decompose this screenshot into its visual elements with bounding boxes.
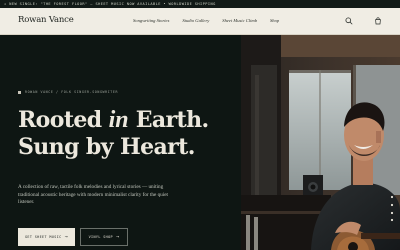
hero-eyebrow: ROWAN VANCE / FOLK SINGER-SONGWRITER bbox=[18, 90, 118, 94]
nav-link-shop[interactable]: Shop bbox=[270, 18, 279, 23]
slide-indicator-dots[interactable] bbox=[389, 193, 395, 223]
vinyl-shop-button[interactable]: VINYL SHOP → bbox=[80, 228, 128, 246]
nav-link-studio-gallery[interactable]: Studio Gallery bbox=[182, 18, 209, 23]
eyebrow-square-icon bbox=[18, 90, 21, 94]
get-sheet-music-button[interactable]: GET SHEET MUSIC → bbox=[18, 228, 75, 246]
announcement-text: ✦ NEW SINGLE: "THE FOREST FLOOR" — SHEET… bbox=[4, 2, 216, 6]
headline-line1-italic: in bbox=[108, 107, 129, 133]
nav-links: Songwriting Stories Studio Gallery Sheet… bbox=[133, 18, 292, 23]
get-sheet-music-label: GET SHEET MUSIC bbox=[24, 235, 62, 239]
top-navigation: Rowan Vance Songwriting Stories Studio G… bbox=[0, 8, 400, 35]
site-logo[interactable]: Rowan Vance bbox=[18, 15, 74, 25]
hero-headline: Rooted in Earth. Sung by Heart. bbox=[18, 107, 209, 161]
headline-line2: Sung by Heart. bbox=[18, 134, 195, 160]
nav-link-songwriting-stories[interactable]: Songwriting Stories bbox=[133, 18, 169, 23]
arrow-right-icon: → bbox=[64, 234, 69, 240]
nav-link-sheet-music[interactable]: Sheet Music Climb bbox=[222, 18, 257, 23]
shopping-bag-icon[interactable] bbox=[373, 16, 383, 26]
hero-description: A collection of raw, tactile folk melodi… bbox=[18, 184, 168, 206]
announcement-bar: ✦ NEW SINGLE: "THE FOREST FLOOR" — SHEET… bbox=[0, 0, 400, 8]
headline-line1-start: Rooted bbox=[18, 107, 109, 133]
hero-musician-photo bbox=[241, 35, 400, 250]
vinyl-shop-label: VINYL SHOP bbox=[88, 235, 113, 239]
arrow-right-icon: → bbox=[116, 234, 120, 240]
headline-line1-end: Earth. bbox=[128, 107, 209, 133]
hero-eyebrow-text: ROWAN VANCE / FOLK SINGER-SONGWRITER bbox=[25, 90, 119, 94]
search-icon[interactable] bbox=[344, 16, 354, 26]
